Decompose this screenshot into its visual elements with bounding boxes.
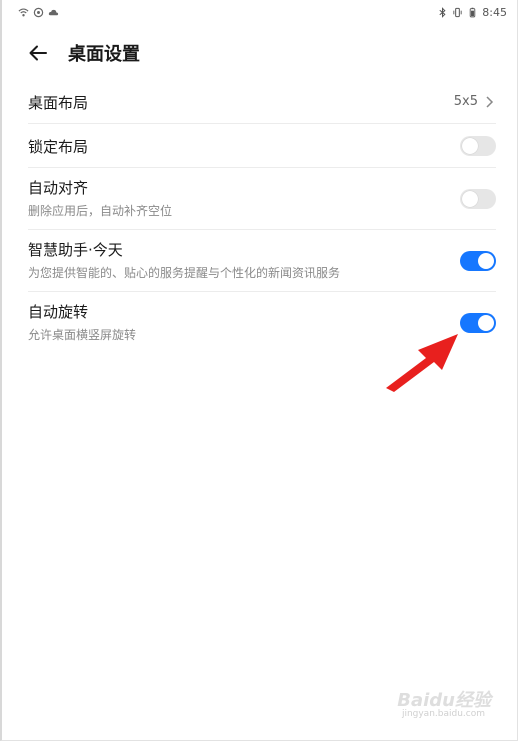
cloud-icon [48, 9, 59, 16]
setting-title: 锁定布局 [28, 138, 89, 156]
smart-assistant-toggle[interactable] [460, 251, 496, 271]
lock-layout-toggle[interactable] [460, 136, 496, 156]
setting-subtitle: 为您提供智能的、贴心的服务提醒与个性化的新闻资讯服务 [28, 266, 341, 280]
watermark-sub: jingyan.baidu.com [401, 709, 485, 719]
setting-title: 自动旋转 [28, 303, 89, 321]
vibrate-icon [453, 7, 462, 18]
battery-icon [470, 7, 476, 18]
setting-title: 桌面布局 [28, 94, 89, 112]
sync-icon [33, 7, 44, 18]
settings-list: 桌面布局 5x5 锁定布局 自动对齐 删除应用后，自动补齐空位 智慧助手·今天 … [28, 80, 496, 354]
status-bar: 8:45 [2, 0, 517, 26]
toggle-knob [478, 253, 494, 269]
watermark-logo: Baidu经验 jingyan.baidu.com [391, 682, 491, 726]
status-right: 8:45 [437, 6, 507, 19]
annotation-arrow-icon [386, 334, 458, 392]
setting-row-smart-assistant: 智慧助手·今天 为您提供智能的、贴心的服务提醒与个性化的新闻资讯服务 [28, 230, 496, 292]
wifi-icon [18, 8, 29, 17]
app-header: 桌面设置 [2, 30, 517, 76]
toggle-knob [462, 138, 478, 154]
bluetooth-icon [439, 7, 446, 18]
chevron-right-icon [486, 96, 494, 108]
layout-value: 5x5 [453, 94, 478, 109]
phone-screen: 8:45 桌面设置 桌面布局 5x5 锁定布局 自动对齐 删除应用后，自动补齐空… [0, 0, 518, 741]
auto-align-toggle[interactable] [460, 189, 496, 209]
auto-rotate-toggle[interactable] [460, 313, 496, 333]
status-left-icons [18, 7, 59, 18]
toggle-knob [462, 191, 478, 207]
setting-title: 自动对齐 [28, 179, 89, 197]
setting-row-auto-align: 自动对齐 删除应用后，自动补齐空位 [28, 168, 496, 230]
setting-subtitle: 允许桌面横竖屏旋转 [28, 328, 137, 342]
page-title: 桌面设置 [68, 44, 140, 65]
setting-row-lock-layout: 锁定布局 [28, 124, 496, 168]
setting-title: 智慧助手·今天 [28, 241, 123, 259]
arrow-left-icon[interactable] [26, 40, 52, 66]
setting-row-desktop-layout[interactable]: 桌面布局 5x5 [28, 80, 496, 124]
toggle-knob [478, 315, 494, 331]
status-time: 8:45 [482, 6, 507, 19]
setting-subtitle: 删除应用后，自动补齐空位 [28, 204, 173, 218]
